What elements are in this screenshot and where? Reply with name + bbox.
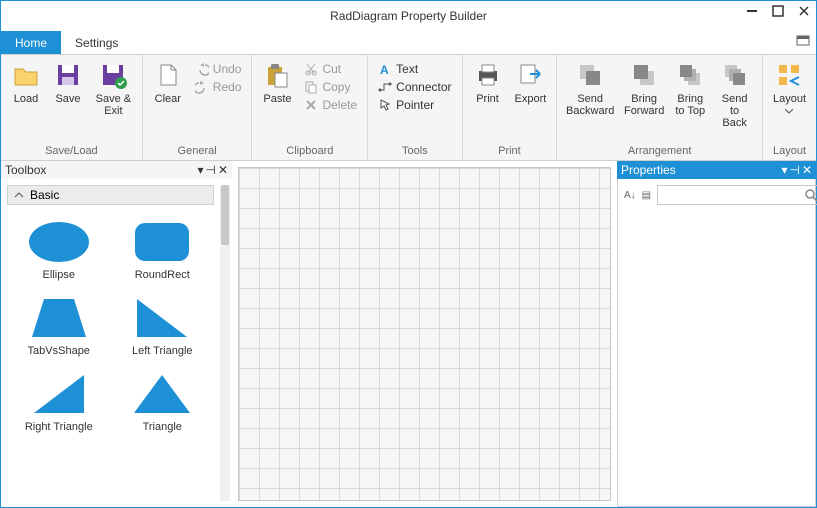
- titlebar: RadDiagram Property Builder: [1, 1, 816, 31]
- minimize-button[interactable]: [746, 5, 758, 17]
- toolbox-close-icon[interactable]: ✕: [218, 163, 228, 177]
- connector-icon: [378, 80, 392, 94]
- document-icon: [154, 61, 182, 89]
- properties-search[interactable]: [657, 185, 817, 205]
- save-exit-button[interactable]: Save & Exit: [91, 59, 136, 119]
- search-icon: [804, 188, 817, 202]
- delete-icon: [304, 98, 318, 112]
- properties-toolbar: A↓ ▤: [624, 185, 809, 205]
- group-save-load: Load Save Save & Exit Save/Load: [1, 55, 143, 160]
- paste-icon: [263, 61, 291, 89]
- toolbox-pin-icon[interactable]: ⊣: [205, 163, 215, 177]
- ribbon-options-button[interactable]: [796, 35, 810, 49]
- layout-button[interactable]: Layout: [769, 59, 810, 116]
- redo-icon: [195, 80, 209, 94]
- chevron-up-icon: [14, 190, 24, 200]
- toolbox-panel: Toolbox ▾ ⊣ ✕ Basic Ellipse: [1, 161, 232, 507]
- svg-text:A: A: [380, 63, 389, 76]
- group-label-layout: Layout: [769, 143, 810, 160]
- send-backward-button[interactable]: Send Backward: [563, 59, 617, 119]
- group-print: Print Export Print: [463, 55, 558, 160]
- paste-button[interactable]: Paste: [258, 59, 296, 107]
- pointer-icon: [378, 98, 392, 112]
- shape-right-triangle[interactable]: Right Triangle: [7, 363, 111, 439]
- save-button[interactable]: Save: [49, 59, 87, 107]
- group-clipboard: Paste Cut Copy Delete Clipboard: [252, 55, 368, 160]
- group-label-save-load: Save/Load: [7, 143, 136, 160]
- clear-button[interactable]: Clear: [149, 59, 187, 107]
- undo-icon: [195, 62, 209, 76]
- send-to-back-icon: [721, 61, 749, 89]
- properties-panel: Properties ▾ ⊣ ✕ A↓ ▤: [617, 161, 816, 507]
- group-label-print: Print: [469, 143, 551, 160]
- toolbox-title: Toolbox: [5, 163, 46, 177]
- export-button[interactable]: Export: [511, 59, 551, 107]
- connector-tool-button[interactable]: Connector: [374, 79, 455, 95]
- group-label-clipboard: Clipboard: [258, 143, 361, 160]
- layout-icon: [775, 61, 803, 89]
- group-label-tools: Tools: [374, 143, 455, 160]
- shape-roundrect[interactable]: RoundRect: [111, 211, 215, 287]
- group-tools: AText Connector Pointer Tools: [368, 55, 462, 160]
- window-title: RadDiagram Property Builder: [330, 9, 487, 23]
- properties-close-icon[interactable]: ✕: [802, 163, 812, 177]
- diagram-canvas[interactable]: [238, 167, 611, 501]
- tab-settings[interactable]: Settings: [61, 31, 132, 54]
- ribbon: Load Save Save & Exit Save/Load Clear: [1, 55, 816, 161]
- content-area: Toolbox ▾ ⊣ ✕ Basic Ellipse: [1, 161, 816, 507]
- shape-triangle[interactable]: Triangle: [111, 363, 215, 439]
- group-arrangement: Send Backward Bring Forward Bring to Top…: [557, 55, 763, 160]
- properties-title: Properties: [621, 163, 676, 177]
- properties-header: Properties ▾ ⊣ ✕: [617, 161, 816, 179]
- maximize-button[interactable]: [772, 5, 784, 17]
- app-window: RadDiagram Property Builder Home Setting…: [0, 0, 817, 508]
- properties-search-input[interactable]: [662, 189, 804, 201]
- folder-icon: [12, 61, 40, 89]
- close-button[interactable]: [798, 5, 810, 17]
- print-icon: [474, 61, 502, 89]
- copy-icon: [304, 80, 318, 94]
- toolbox-category-basic[interactable]: Basic: [7, 185, 214, 205]
- bring-forward-button[interactable]: Bring Forward: [621, 59, 667, 119]
- properties-dropdown-icon[interactable]: ▾: [781, 163, 787, 177]
- undo-button[interactable]: Undo: [191, 61, 246, 77]
- ribbon-tabs: Home Settings: [1, 31, 816, 55]
- cut-button[interactable]: Cut: [300, 61, 361, 77]
- properties-pin-icon[interactable]: ⊣: [789, 163, 799, 177]
- print-button[interactable]: Print: [469, 59, 507, 107]
- sort-category-button[interactable]: ▤: [642, 186, 651, 204]
- save-exit-icon: [99, 61, 127, 89]
- text-icon: A: [378, 62, 392, 76]
- bring-to-top-icon: [676, 61, 704, 89]
- load-button[interactable]: Load: [7, 59, 45, 107]
- redo-button[interactable]: Redo: [191, 79, 246, 95]
- group-label-arrangement: Arrangement: [563, 143, 756, 160]
- toolbox-header: Toolbox ▾ ⊣ ✕: [1, 161, 232, 179]
- bring-forward-icon: [630, 61, 658, 89]
- bring-to-top-button[interactable]: Bring to Top: [671, 59, 709, 119]
- toolbox-scrollbar[interactable]: [220, 185, 230, 501]
- tab-home[interactable]: Home: [1, 31, 61, 54]
- cut-icon: [304, 62, 318, 76]
- save-icon: [54, 61, 82, 89]
- text-tool-button[interactable]: AText: [374, 61, 455, 77]
- pointer-tool-button[interactable]: Pointer: [374, 97, 455, 113]
- send-backward-icon: [576, 61, 604, 89]
- shape-left-triangle[interactable]: Left Triangle: [111, 287, 215, 363]
- shape-tabvsshape[interactable]: TabVsShape: [7, 287, 111, 363]
- group-label-general: General: [149, 143, 246, 160]
- group-general: Clear Undo Redo General: [143, 55, 253, 160]
- copy-button[interactable]: Copy: [300, 79, 361, 95]
- sort-alpha-button[interactable]: A↓: [624, 186, 636, 204]
- export-icon: [516, 61, 544, 89]
- send-to-back-button[interactable]: Send to Back: [713, 59, 756, 131]
- toolbox-dropdown-icon[interactable]: ▾: [197, 163, 203, 177]
- scrollbar-thumb[interactable]: [221, 185, 229, 245]
- diagram-canvas-container: [232, 161, 617, 507]
- chevron-down-icon: [785, 109, 793, 114]
- group-layout: Layout Layout: [763, 55, 816, 160]
- shape-ellipse[interactable]: Ellipse: [7, 211, 111, 287]
- window-controls: [746, 5, 810, 17]
- delete-button[interactable]: Delete: [300, 97, 361, 113]
